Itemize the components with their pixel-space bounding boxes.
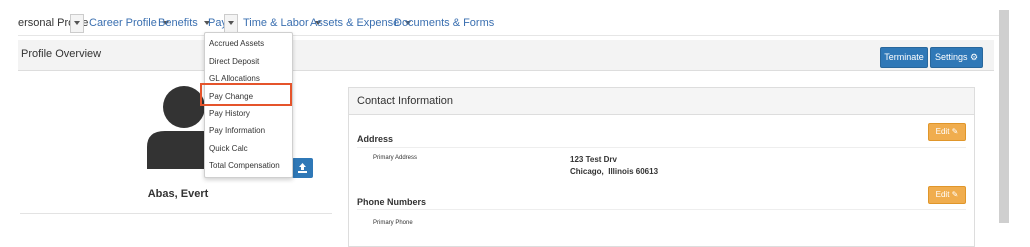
edit-address-button[interactable]: Edit ✎ (928, 123, 966, 141)
address-line-1: 123 Test Drv (570, 155, 617, 164)
primary-phone-label: Primary Phone (373, 220, 413, 226)
address-line-2: Chicago, Illinois 60613 (570, 167, 659, 176)
personal-profile-caret[interactable] (70, 14, 84, 33)
nav-time-labor[interactable]: Time & Labor (243, 14, 321, 32)
upload-icon (298, 163, 307, 173)
scrollbar[interactable] (999, 10, 1009, 223)
terminate-button[interactable]: Terminate (880, 47, 928, 68)
employee-name: Abas, Evert (147, 188, 209, 200)
profile-overview-bar: Profile Overview Terminate Settings ⚙ (18, 40, 994, 71)
chevron-down-icon (228, 21, 234, 25)
nav-documents-forms[interactable]: Documents & Forms (394, 14, 494, 32)
upload-photo-button[interactable] (292, 158, 313, 178)
address-section-label: Address (357, 134, 394, 144)
pay-caret[interactable] (224, 14, 238, 33)
menu-item-pay-information[interactable]: Pay Information (209, 126, 265, 135)
panel-header: Contact Information (349, 88, 974, 115)
settings-button[interactable]: Settings ⚙ (930, 47, 983, 68)
menu-item-accrued-assets[interactable]: Accrued Assets (209, 39, 264, 48)
top-nav: ersonal Profile Career Profile Benefits … (18, 14, 1000, 33)
nav-career-profile-label: Career Profile (89, 17, 157, 29)
section-divider (357, 209, 966, 210)
menu-item-gl-allocations[interactable]: GL Allocations (209, 74, 260, 83)
phone-section-label: Phone Numbers (357, 197, 427, 207)
nav-career-profile[interactable]: Career Profile (89, 14, 169, 32)
menu-item-quick-calc[interactable]: Quick Calc (209, 144, 248, 153)
edit-phone-button[interactable]: Edit ✎ (928, 186, 966, 204)
pencil-icon: ✎ (951, 127, 959, 136)
menu-item-pay-history[interactable]: Pay History (209, 109, 250, 118)
menu-item-direct-deposit[interactable]: Direct Deposit (209, 57, 259, 66)
pencil-icon: ✎ (951, 190, 959, 199)
highlight-box (200, 83, 292, 106)
page-title: Profile Overview (21, 48, 102, 60)
nav-benefits[interactable]: Benefits (158, 14, 210, 32)
divider (20, 213, 332, 214)
nav-divider (18, 35, 1000, 36)
menu-item-total-compensation[interactable]: Total Compensation (209, 161, 280, 170)
gear-icon: ⚙ (969, 52, 979, 62)
nav-benefits-label: Benefits (158, 17, 198, 29)
nav-time-labor-label: Time & Labor (243, 17, 309, 29)
nav-assets-expense-label: Assets & Expense (310, 17, 400, 29)
edit-label: Edit (935, 127, 950, 136)
section-divider (357, 147, 966, 148)
panel-title: Contact Information (357, 95, 453, 107)
primary-address-label: Primary Address (373, 155, 418, 161)
edit-label: Edit (935, 190, 950, 199)
chevron-down-icon (74, 21, 80, 25)
contact-information-panel: Contact Information Address Edit ✎ Prima… (348, 87, 975, 247)
settings-button-label: Settings (934, 52, 968, 62)
